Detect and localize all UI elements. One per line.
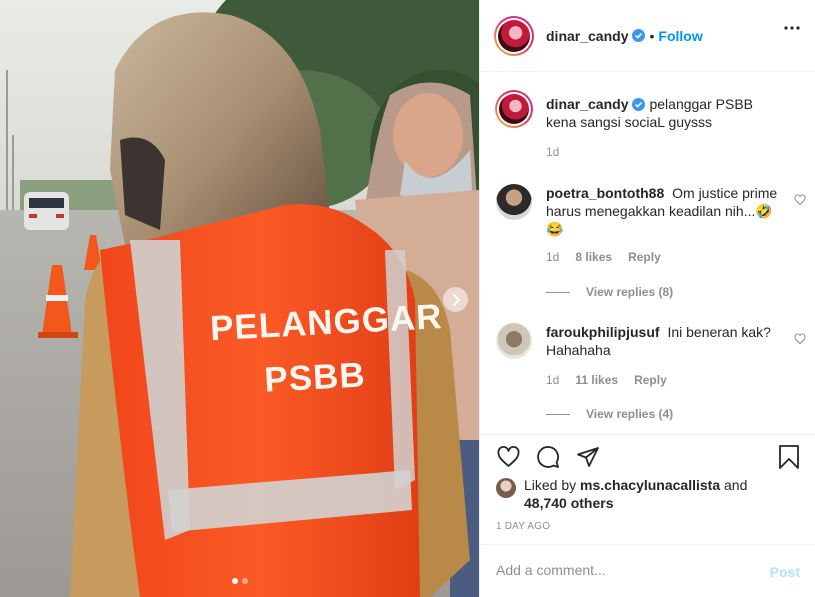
verified-badge-icon xyxy=(632,29,646,42)
comment-username[interactable]: faroukphilipjusuf xyxy=(546,324,660,340)
add-comment-bar: Post xyxy=(480,544,815,597)
comment-text-block: poetra_bontoth88 Om justice prime harus … xyxy=(546,184,786,238)
liker-username[interactable]: ms.chacylunacallista xyxy=(580,477,720,493)
post-timestamp[interactable]: 1 DAY AGO xyxy=(496,521,550,532)
carousel-next-button[interactable] xyxy=(443,287,468,312)
comment-reply-button[interactable]: Reply xyxy=(628,250,661,264)
caption-username[interactable]: dinar_candy xyxy=(546,96,628,112)
liker-avatar[interactable] xyxy=(496,478,516,498)
instagram-post-modal: PELANGGAR PSBB dinar_candy • Follow dina… xyxy=(0,0,815,597)
view-replies-label: View replies (8) xyxy=(586,285,674,299)
follow-button[interactable]: Follow xyxy=(658,28,702,44)
verified-badge-icon xyxy=(632,98,646,111)
action-bar xyxy=(480,434,815,482)
comment-username[interactable]: poetra_bontoth88 xyxy=(546,185,664,201)
author-username[interactable]: dinar_candy xyxy=(546,28,628,44)
heart-icon[interactable] xyxy=(496,445,521,469)
caption-avatar[interactable] xyxy=(495,90,533,128)
carousel-dot-active xyxy=(231,578,238,584)
likes-others-link[interactable]: 48,740 others xyxy=(524,495,614,511)
comment-input[interactable] xyxy=(496,562,746,578)
carousel-dot xyxy=(241,578,248,584)
comment-like-heart-icon[interactable] xyxy=(794,194,806,206)
chevron-right-icon xyxy=(452,293,460,306)
save-icon[interactable] xyxy=(778,445,800,469)
post-comment-button[interactable]: Post xyxy=(770,564,800,580)
view-replies-button[interactable]: View replies (4) xyxy=(546,407,673,421)
author-avatar[interactable] xyxy=(494,15,534,56)
view-replies-line xyxy=(546,291,570,293)
comment-icon[interactable] xyxy=(536,445,560,469)
comment-like-heart-icon[interactable] xyxy=(794,333,806,345)
likes-prefix: Liked by xyxy=(524,477,577,493)
likes-and: and xyxy=(724,477,748,493)
carousel-indicator xyxy=(0,578,479,584)
commenter-avatar[interactable] xyxy=(496,323,532,359)
caption-text-block: dinar_candy pelanggar PSBB kena sangsi so… xyxy=(546,95,786,131)
header-separator: • xyxy=(649,27,655,44)
comment-meta: 1d 11 likes Reply xyxy=(546,373,667,387)
commenter-avatar[interactable] xyxy=(496,184,532,220)
comment-age: 1d xyxy=(546,373,560,387)
post-side-panel: dinar_candy • Follow dinar_candy pelangga… xyxy=(479,0,815,597)
post-header: dinar_candy • Follow xyxy=(480,0,815,72)
caption-meta: 1d xyxy=(546,145,559,159)
comment-likes[interactable]: 8 likes xyxy=(575,250,612,264)
comment-likes[interactable]: 11 likes xyxy=(575,373,618,387)
comment-age: 1d xyxy=(546,250,560,264)
comment-text-block: faroukphilipjusuf Ini beneran kak? Hahah… xyxy=(546,323,786,359)
view-replies-line xyxy=(546,413,570,415)
view-replies-button[interactable]: View replies (8) xyxy=(546,285,673,299)
view-replies-label: View replies (4) xyxy=(586,407,674,421)
comment-reply-button[interactable]: Reply xyxy=(634,373,667,387)
caption-age: 1d xyxy=(546,145,560,159)
more-options-icon[interactable] xyxy=(784,26,800,30)
comment-meta: 1d 8 likes Reply xyxy=(546,250,661,264)
share-icon[interactable] xyxy=(576,445,600,469)
comments-list[interactable]: dinar_candy pelanggar PSBB kena sangsi so… xyxy=(480,72,815,434)
post-photo[interactable]: PELANGGAR PSBB xyxy=(0,0,479,597)
